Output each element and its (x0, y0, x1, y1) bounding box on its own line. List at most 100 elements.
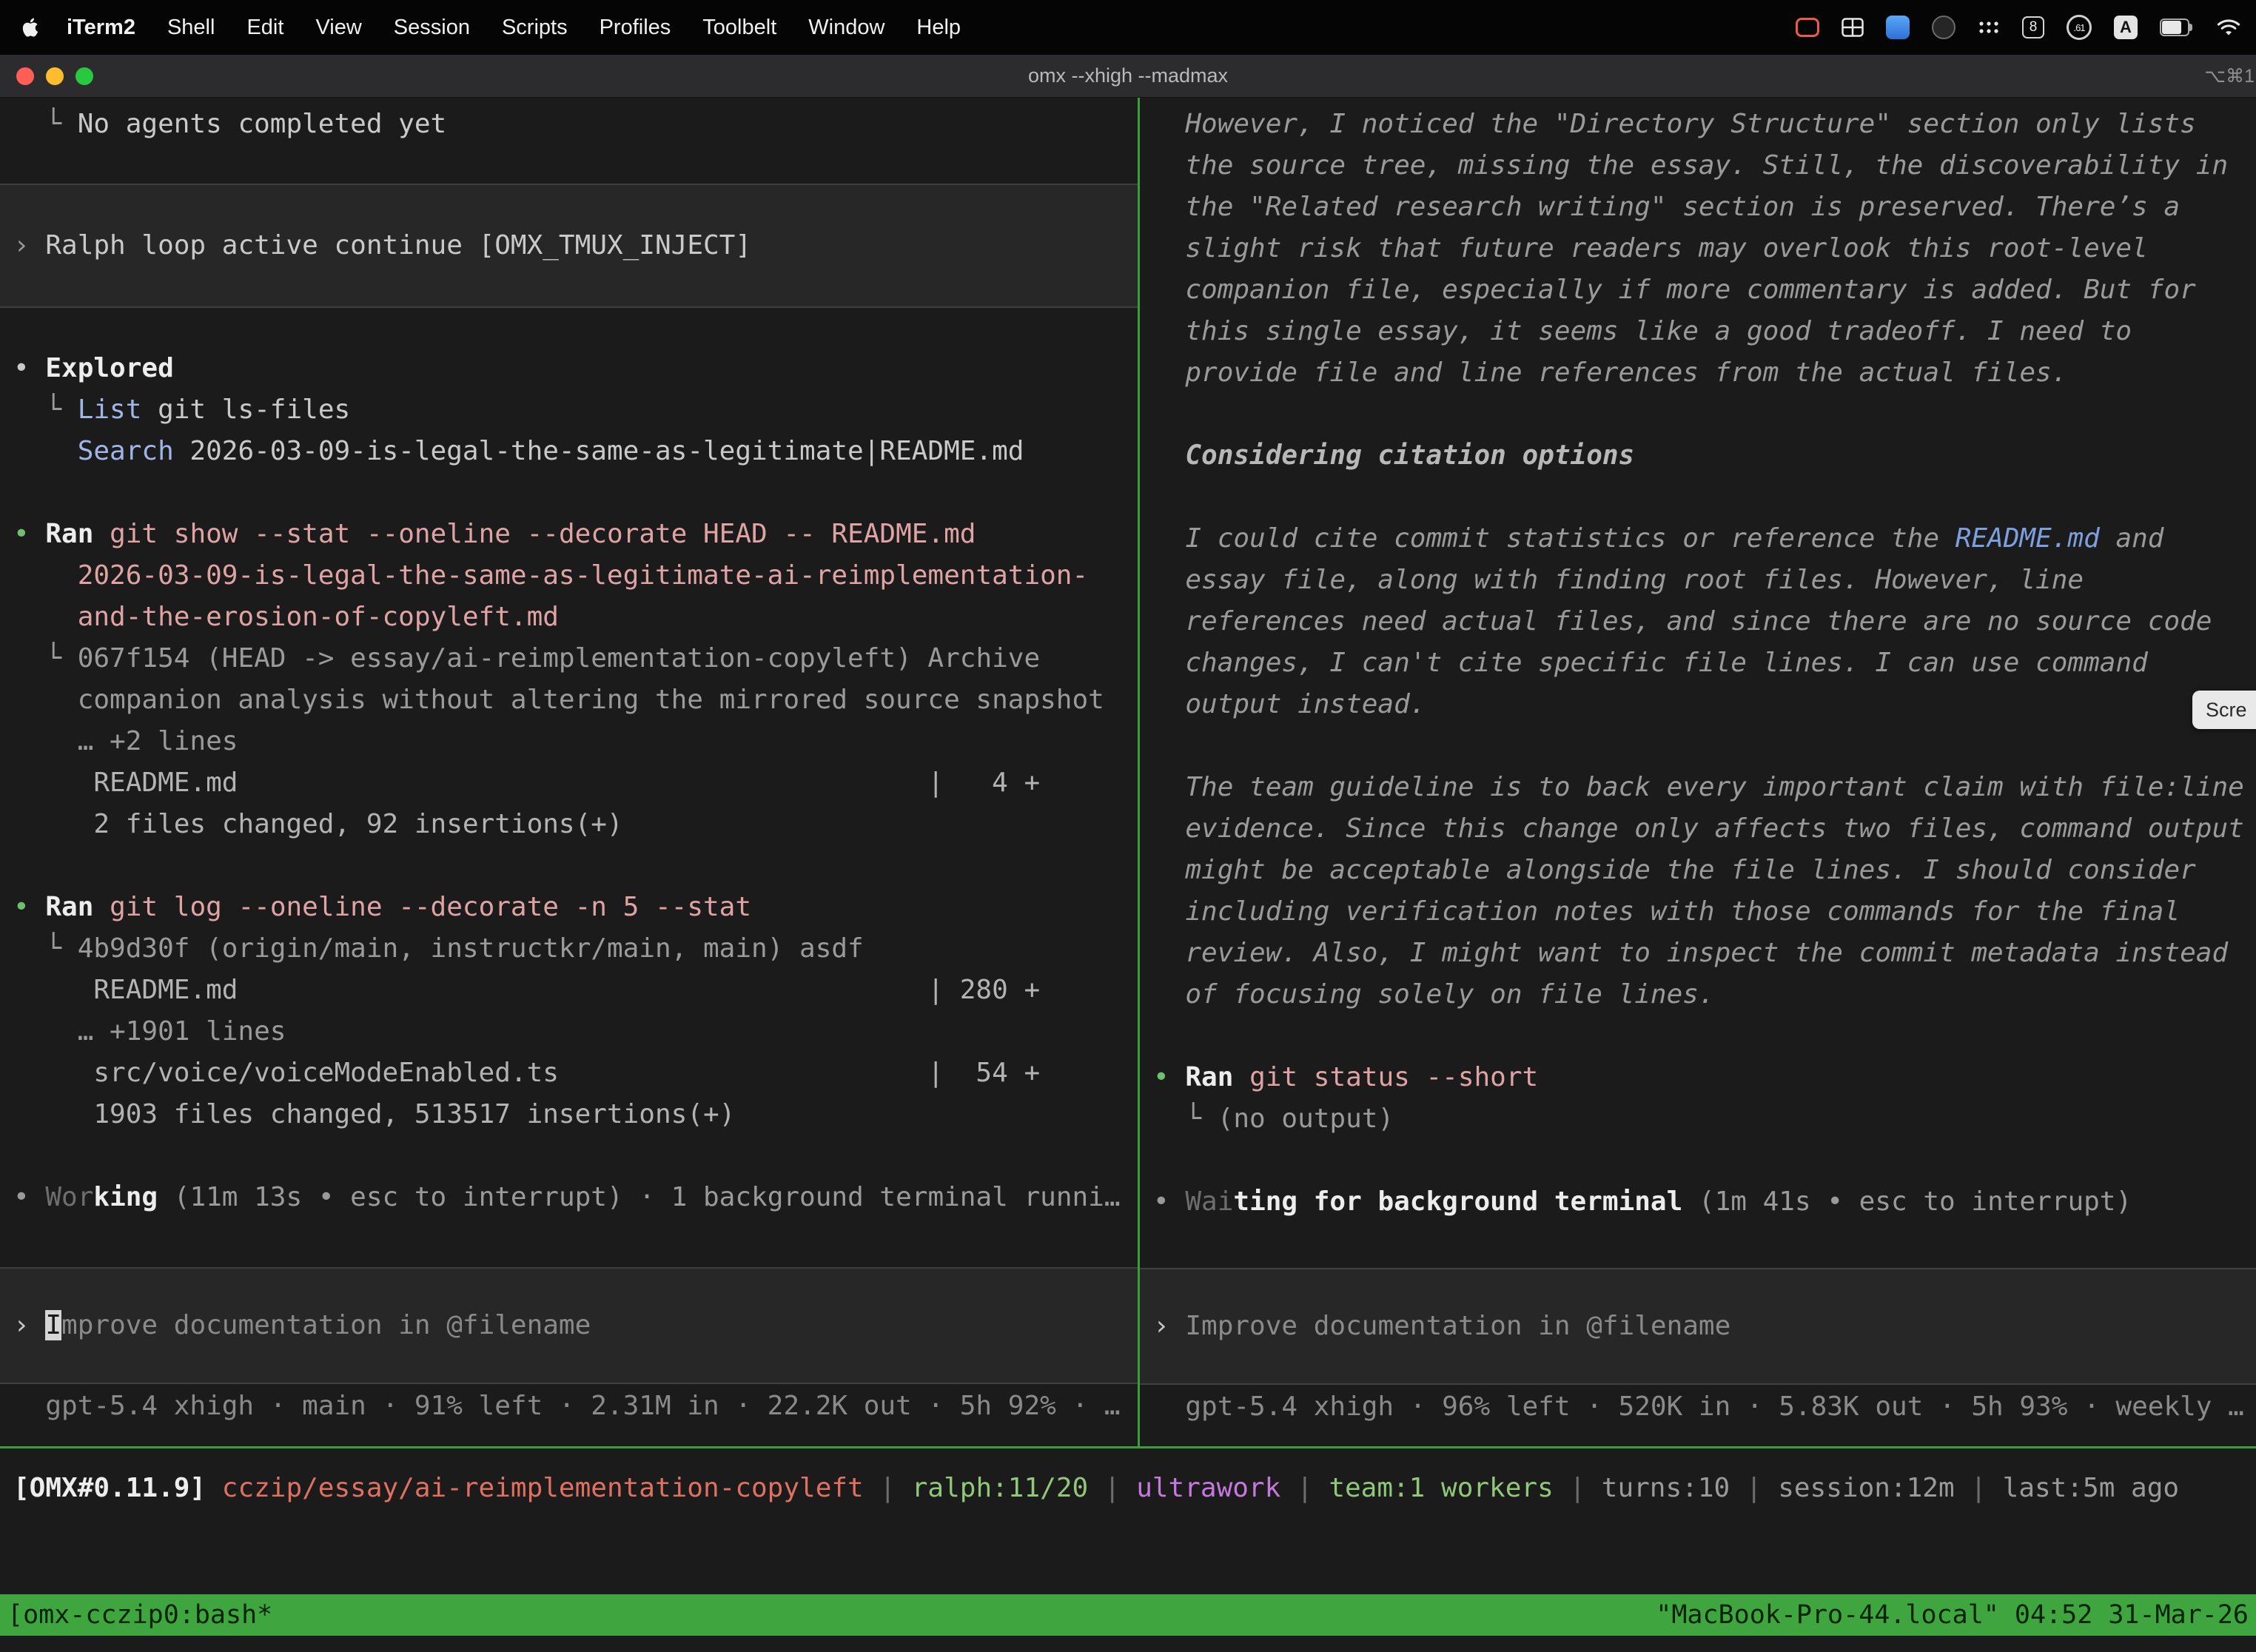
terminal-line: … +1901 lines (0, 1011, 1138, 1052)
terminal-line: However, I noticed the "Directory Struct… (1140, 104, 2256, 145)
terminal-line: • Ran git log --oneline --decorate -n 5 … (0, 887, 1138, 928)
terminal-line (1140, 394, 2256, 435)
terminal-line: src/voice/voiceModeEnabled.ts | 54 + (0, 1052, 1138, 1094)
omx-status-pane: [OMX#0.11.9] cczip/essay/ai-reimplementa… (0, 1448, 2256, 1594)
menu-item-profiles[interactable]: Profiles (600, 16, 671, 40)
terminal-line: companion analysis without altering the … (0, 679, 1138, 721)
terminal-line: › Ralph loop active continue [OMX_TMUX_I… (0, 225, 751, 266)
terminal-line (0, 472, 1138, 514)
terminal-line: of focusing solely on file lines. (1140, 974, 2256, 1015)
terminal-line: output instead. (1140, 684, 2256, 725)
terminal-line: • Ran git status --short (1140, 1057, 2256, 1098)
terminal-line: might be acceptable alongside the file l… (1140, 850, 2256, 891)
screen-share-button[interactable]: Scre (2192, 691, 2256, 729)
terminal-line: slight risk that future readers may over… (1140, 228, 2256, 269)
blue-app-icon[interactable] (1886, 16, 1910, 39)
left-status-line: gpt-5.4 xhigh · main · 91% left · 2.31M … (0, 1386, 1138, 1427)
terminal-line: README.md | 280 + (0, 970, 1138, 1011)
terminal-line: companion file, especially if more comme… (1140, 269, 2256, 311)
inject-message-box[interactable]: › Ralph loop active continue [OMX_TMUX_I… (0, 184, 1138, 308)
terminal-line: └ (no output) (1140, 1098, 2256, 1140)
left-terminal-output: • Explored └ List git ls-files Search 20… (0, 348, 1138, 1218)
terminal-line (0, 1135, 1138, 1177)
menu-item-window[interactable]: Window (808, 16, 884, 40)
terminal-line: the "Related research writing" section i… (1140, 187, 2256, 228)
terminal-line: evidence. Since this change only affects… (1140, 808, 2256, 850)
terminal-line: 2 files changed, 92 insertions(+) (0, 804, 1138, 845)
terminal-line: including verification notes with those … (1140, 891, 2256, 933)
tmux-host-clock: "MacBook-Pro-44.local" 04:52 31-Mar-26 (1656, 1600, 2249, 1630)
terminal-line: Considering citation options (1140, 435, 2256, 477)
grid-icon[interactable] (1842, 18, 1864, 37)
terminal-line: README.md | 4 + (0, 762, 1138, 804)
left-prompt-text: › Improve documentation in @filename (0, 1305, 591, 1346)
macos-menu-bar: iTerm2 Shell Edit View Session Scripts Profile… (0, 0, 2256, 55)
terminal-line: • Waiting for background terminal (1m 41… (1140, 1181, 2256, 1223)
terminal-line: └ 4b9d30f (origin/main, instructkr/main,… (0, 928, 1138, 970)
terminal-line: I could cite commit statistics or refere… (1140, 518, 2256, 560)
terminal-line: 2026-03-09-is-legal-the-same-as-legitima… (0, 555, 1138, 597)
menu-item-toolbelt[interactable]: Toolbelt (702, 16, 776, 40)
screen-recording-indicator-icon[interactable] (1796, 18, 1819, 37)
left-prompt-input[interactable]: › Improve documentation in @filename (0, 1267, 1138, 1384)
screen: iTerm2 Shell Edit View Session Scripts Profile… (0, 0, 2256, 1652)
menu-item-shell[interactable]: Shell (167, 16, 215, 40)
terminal-line (1140, 725, 2256, 767)
battery-icon[interactable] (2160, 19, 2194, 36)
terminal-line: … +2 lines (0, 721, 1138, 762)
terminal-line: • Ran git show --stat --oneline --decora… (0, 514, 1138, 555)
menu-item-scripts[interactable]: Scripts (502, 16, 568, 40)
input-source-icon[interactable]: A (2114, 16, 2138, 39)
terminal-line: › Improve documentation in @filename (0, 1305, 591, 1346)
terminal-line: Search 2026-03-09-is-legal-the-same-as-l… (0, 431, 1138, 472)
menu-item-session[interactable]: Session (394, 16, 470, 40)
terminal-line: essay file, along with finding root file… (1140, 560, 2256, 601)
terminal-line: this single essay, it seems like a good … (1140, 311, 2256, 352)
right-terminal-output: However, I noticed the "Directory Struct… (1140, 104, 2256, 1223)
terminal-line: └ 067f154 (HEAD -> essay/ai-reimplementa… (0, 638, 1138, 679)
apple-logo-icon[interactable] (19, 14, 41, 41)
terminal-line: The team guideline is to back every impo… (1140, 767, 2256, 808)
battery-nub (2189, 24, 2192, 31)
terminal-line: • Explored (0, 348, 1138, 389)
terminal-line: provide file and line references from th… (1140, 352, 2256, 394)
terminal-line: the source tree, missing the essay. Stil… (1140, 145, 2256, 187)
right-status-line: gpt-5.4 xhigh · 96% left · 520K in · 5.8… (1140, 1386, 2256, 1428)
right-prompt-input[interactable]: › Improve documentation in @filename (1140, 1268, 2256, 1385)
menu-item-help[interactable]: Help (916, 16, 961, 40)
dark-app-icon[interactable] (1932, 16, 1955, 39)
terminal-line: • Working (11m 13s • esc to interrupt) ·… (0, 1177, 1138, 1218)
terminal-line: └ No agents completed yet (0, 104, 1138, 145)
terminal-line: references need actual files, and since … (1140, 601, 2256, 642)
tmux-status-bar: [omx-cczip0:bash* "MacBook-Pro-44.local"… (0, 1594, 2256, 1636)
minimize-button[interactable] (46, 67, 64, 85)
right-pane[interactable]: However, I noticed the "Directory Struct… (1140, 98, 2256, 1446)
dots-grid-icon[interactable] (1978, 19, 2000, 36)
terminal-line: and-the-erosion-of-copyleft.md (0, 597, 1138, 638)
menu-item-iterm2[interactable]: iTerm2 (67, 16, 135, 40)
terminal: └ No agents completed yet › Ralph loop a… (0, 98, 2256, 1652)
zoom-button[interactable] (75, 67, 93, 85)
left-pane-scrollback: └ No agents completed yet (0, 104, 1138, 145)
close-button[interactable] (16, 67, 34, 85)
keypad-8-icon[interactable]: 8 (2022, 16, 2044, 38)
left-pane[interactable]: └ No agents completed yet › Ralph loop a… (0, 98, 1138, 1446)
menu-item-edit[interactable]: Edit (246, 16, 283, 40)
terminal-line (1140, 477, 2256, 518)
terminal-line: review. Also, I might want to inspect th… (1140, 933, 2256, 974)
tmux-session-window[interactable]: [omx-cczip0:bash* (7, 1600, 272, 1630)
menu-status-icons: 8 .61 A (1796, 15, 2241, 40)
inject-message-text: › Ralph loop active continue [OMX_TMUX_I… (0, 225, 751, 266)
battery-fill (2162, 21, 2181, 34)
terminal-line: [OMX#0.11.9] cczip/essay/ai-reimplementa… (0, 1468, 2256, 1509)
terminal-line: › Improve documentation in @filename (1140, 1306, 1730, 1347)
terminal-line (0, 845, 1138, 887)
window-title-bar: omx --xhigh --madmax ⌥⌘1 (0, 55, 2256, 98)
menu-item-view[interactable]: View (315, 16, 361, 40)
gauge-icon[interactable]: .61 (2067, 15, 2092, 40)
terminal-line: changes, I can't cite specific file line… (1140, 642, 2256, 684)
terminal-line: 1903 files changed, 513517 insertions(+) (0, 1094, 1138, 1135)
terminal-line: └ List git ls-files (0, 389, 1138, 431)
wifi-icon[interactable] (2216, 18, 2241, 37)
right-prompt-text: › Improve documentation in @filename (1140, 1306, 1730, 1347)
